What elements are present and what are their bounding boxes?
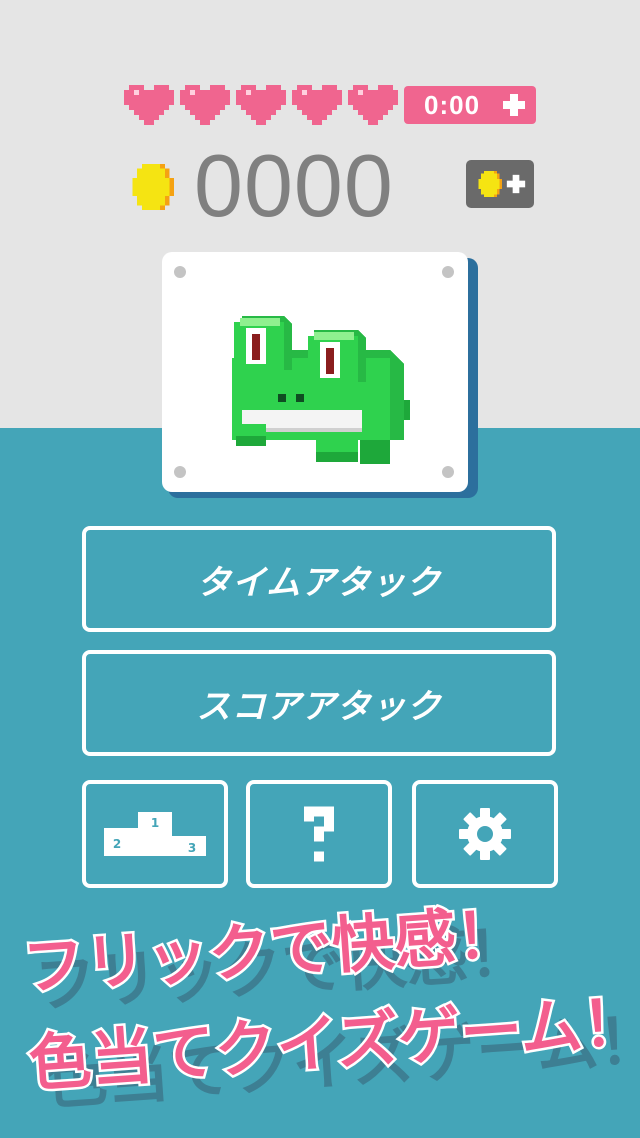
time-attack-label: タイムアタック [196,562,442,603]
plus-icon [506,174,526,194]
score-attack-button[interactable]: スコアアタック [82,650,556,756]
lives-hearts [124,84,398,126]
svg-text:1: 1 [151,816,159,830]
time-attack-button[interactable]: タイムアタック [82,526,556,632]
heart-icon [180,85,230,125]
card-rivet [174,266,186,278]
life-timer-text: 0:00 [424,89,481,120]
promo-banner: フリックで快感！ 色当てクイズゲーム！ フリックで快感！ 色当てクイズゲーム！ [0,870,640,1138]
card-rivet [442,266,454,278]
heart-icon [292,85,342,125]
podium-icon: 1 2 3 [104,812,206,856]
card-rivet [174,466,186,478]
svg-text:3: 3 [188,841,196,855]
character-card[interactable] [162,252,468,492]
gear-icon [459,808,511,860]
heart-icon [124,85,174,125]
coin-icon [132,164,174,210]
coin-icon [478,171,502,197]
svg-text:2: 2 [113,837,121,851]
question-icon [304,806,334,862]
frog-character [232,316,410,464]
buy-coins-button[interactable] [466,160,534,208]
card-rivet [442,466,454,478]
life-timer-button[interactable]: 0:00 [404,86,536,124]
score-attack-label: スコアアタック [196,686,442,727]
heart-icon [348,85,398,125]
plus-icon [503,94,525,116]
heart-icon [236,85,286,125]
coin-count: 0000 [194,136,394,235]
